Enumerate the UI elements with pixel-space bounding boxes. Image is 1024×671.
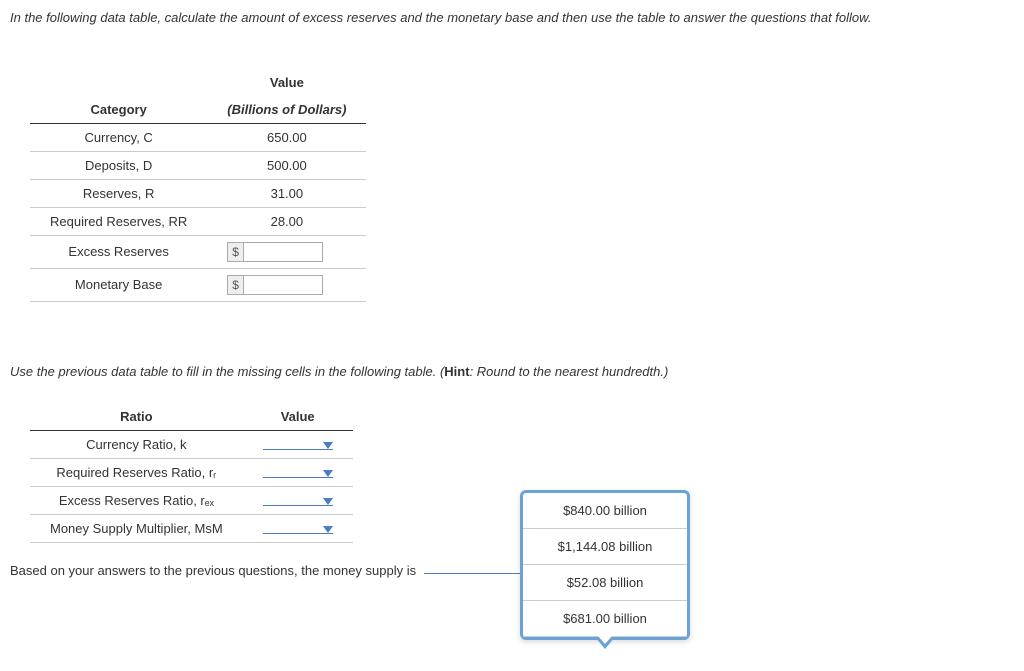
dollar-prefix: $ (227, 275, 243, 295)
table2-header-value: Value (243, 403, 353, 431)
popup-option[interactable]: $840.00 billion (523, 493, 687, 529)
table-row: Currency Ratio, k (30, 430, 353, 458)
popup-option[interactable]: $681.00 billion (523, 601, 687, 637)
table-row: Excess Reserves $ (30, 235, 366, 268)
row-label: Currency, C (30, 123, 207, 151)
table-row: Money Supply Multiplier, MsM (30, 514, 353, 542)
money-supply-multiplier-dropdown[interactable] (263, 526, 333, 534)
row-label: Required Reserves, RR (30, 207, 207, 235)
table-row: Monetary Base $ (30, 268, 366, 301)
table1-header-category: Category (30, 96, 207, 124)
monetary-base-input[interactable] (243, 275, 323, 295)
dropdown-popup: $840.00 billion $1,144.08 billion $52.08… (520, 490, 690, 640)
row-label: Deposits, D (30, 151, 207, 179)
row-label: Excess Reserves (30, 235, 207, 268)
intro-instruction: In the following data table, calculate t… (10, 8, 1014, 29)
table-row: Required Reserves, RR 28.00 (30, 207, 366, 235)
row-label: Required Reserves Ratio, rᵣ (30, 458, 243, 486)
excess-reserves-ratio-dropdown[interactable] (263, 498, 333, 506)
row-label: Reserves, R (30, 179, 207, 207)
mid-instruction-post: : Round to the nearest hundredth.) (470, 364, 669, 379)
table-row: Currency, C 650.00 (30, 123, 366, 151)
table1-header-value: Value (207, 69, 366, 96)
popup-option[interactable]: $52.08 billion (523, 565, 687, 601)
mid-instruction-pre: Use the previous data table to fill in t… (10, 364, 444, 379)
row-label: Currency Ratio, k (30, 430, 243, 458)
row-value: 28.00 (207, 207, 366, 235)
excess-reserves-input[interactable] (243, 242, 323, 262)
data-table-2: Ratio Value Currency Ratio, k Required R… (30, 403, 353, 543)
required-reserves-ratio-dropdown[interactable] (263, 470, 333, 478)
table-row: Reserves, R 31.00 (30, 179, 366, 207)
table-row: Deposits, D 500.00 (30, 151, 366, 179)
row-label: Money Supply Multiplier, MsM (30, 514, 243, 542)
chevron-down-icon (323, 498, 333, 505)
row-value: 500.00 (207, 151, 366, 179)
table-row: Excess Reserves Ratio, rₑₓ (30, 486, 353, 514)
data-table-1: Value Category (Billions of Dollars) Cur… (30, 69, 366, 302)
chevron-down-icon (323, 526, 333, 533)
chevron-down-icon (323, 442, 333, 449)
popup-option[interactable]: $1,144.08 billion (523, 529, 687, 565)
mid-instruction: Use the previous data table to fill in t… (10, 362, 1014, 383)
table1-header-units: (Billions of Dollars) (207, 96, 366, 124)
final-question: Based on your answers to the previous qu… (10, 563, 1014, 578)
currency-ratio-dropdown[interactable] (263, 442, 333, 450)
row-label: Excess Reserves Ratio, rₑₓ (30, 486, 243, 514)
popup-arrow-inner-icon (598, 636, 612, 644)
final-text-pre: Based on your answers to the previous qu… (10, 563, 416, 578)
chevron-down-icon (323, 470, 333, 477)
row-value: 31.00 (207, 179, 366, 207)
table2-header-ratio: Ratio (30, 403, 243, 431)
row-label: Monetary Base (30, 268, 207, 301)
row-value: 650.00 (207, 123, 366, 151)
dollar-prefix: $ (227, 242, 243, 262)
hint-label: Hint (444, 364, 469, 379)
table-row: Required Reserves Ratio, rᵣ (30, 458, 353, 486)
